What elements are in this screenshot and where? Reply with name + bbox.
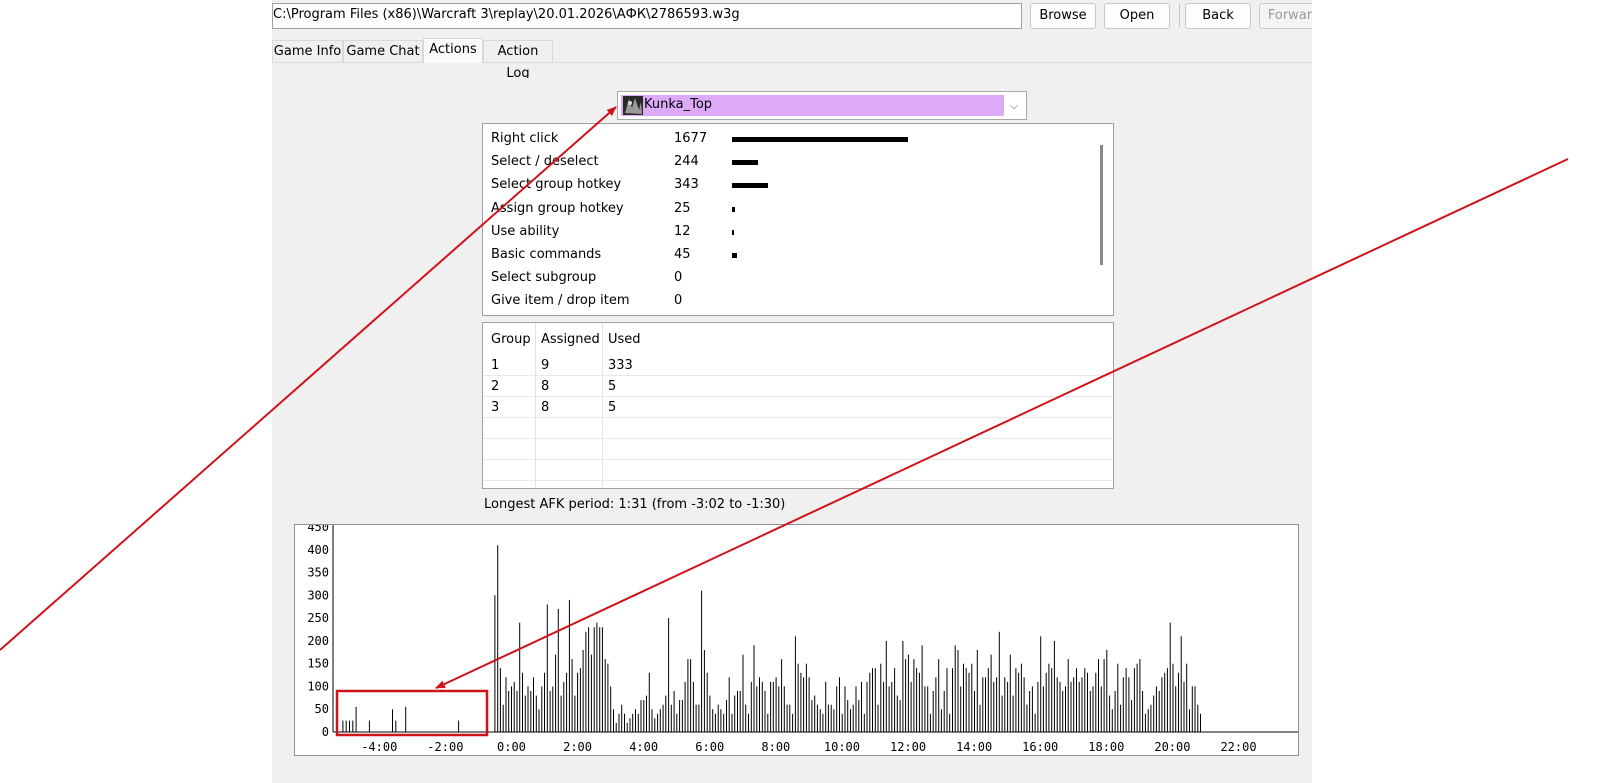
action-bar [732, 253, 737, 258]
list-item: Select subgroup 0 [491, 267, 1091, 289]
row-divider [483, 417, 1113, 418]
list-item: Select group hotkey 343 [491, 174, 1091, 196]
action-label: Right click [491, 131, 559, 146]
list-item: Give item / drop item 0 [491, 290, 1091, 312]
apm-chart: 0 50 100 150 200 250 300 350 400 450 -4:00 -2:00 0:0… [294, 520, 1299, 756]
action-label: Give item / drop item [491, 293, 630, 308]
longest-afk-text: Longest AFK period: 1:31 (from -3:02 to … [484, 497, 786, 512]
actions-tab-content: Kunka_Top ⌵ Right click 1677 Select / de… [272, 0, 1312, 783]
action-count: 12 [674, 224, 691, 239]
x-tick-label: 20:00 [1154, 740, 1190, 754]
action-count: 25 [674, 201, 691, 216]
x-tick-label: 10:00 [824, 740, 860, 754]
action-bar [732, 230, 734, 235]
action-label: Basic commands [491, 247, 602, 262]
group-number: 2 [491, 379, 500, 394]
action-label: Select group hotkey [491, 177, 622, 192]
action-label: Use ability [491, 224, 560, 239]
x-tick-label: -2:00 [427, 740, 463, 754]
action-counts-list: Right click 1677 Select / deselect 244 S… [482, 123, 1114, 316]
row-divider [483, 396, 1113, 397]
y-tick-label: 150 [307, 657, 329, 671]
x-tick-label: 2:00 [563, 740, 592, 754]
list-item: Use ability 12 [491, 221, 1091, 243]
row-divider [483, 438, 1113, 439]
x-tick-label: 22:00 [1220, 740, 1256, 754]
list-item: Assign group hotkey 25 [491, 198, 1091, 220]
player-select[interactable]: Kunka_Top ⌵ [617, 91, 1027, 120]
column-header-used[interactable]: Used [608, 332, 641, 347]
x-tick-label: 0:00 [497, 740, 526, 754]
group-used: 333 [608, 358, 633, 373]
list-item: Basic commands 45 [491, 244, 1091, 266]
action-bar [732, 207, 735, 212]
y-tick-label: 100 [307, 679, 329, 693]
action-count: 0 [674, 293, 683, 308]
action-bar [732, 137, 908, 142]
x-tick-label: 12:00 [890, 740, 926, 754]
action-count: 45 [674, 247, 691, 262]
y-tick-label: 350 [307, 566, 329, 580]
x-tick-label: 16:00 [1022, 740, 1058, 754]
group-used: 5 [608, 400, 617, 415]
action-count: 244 [674, 154, 699, 169]
y-tick-label: 400 [307, 543, 329, 557]
x-tick-label: 6:00 [695, 740, 724, 754]
group-assigned: 8 [541, 400, 550, 415]
list-item: Right click 1677 [491, 128, 1091, 150]
list-item: Select / deselect 244 [491, 151, 1091, 173]
group-number: 1 [491, 358, 500, 373]
action-count: 0 [674, 270, 683, 285]
apm-chart-svg: 0 50 100 150 200 250 300 350 400 450 -4:00 -2:00 0:0… [307, 520, 1298, 754]
action-count: 1677 [674, 131, 708, 146]
x-tick-label: 4:00 [629, 740, 658, 754]
chevron-down-icon[interactable]: ⌵ [1005, 95, 1023, 116]
y-tick-label: 250 [307, 611, 329, 625]
list-scrollbar[interactable] [1100, 145, 1103, 265]
group-used: 5 [608, 379, 617, 394]
action-bar [732, 183, 768, 188]
group-assigned: 8 [541, 379, 550, 394]
y-tick-label: 0 [322, 725, 329, 739]
y-tick-label: 200 [307, 634, 329, 648]
x-tick-label: 8:00 [761, 740, 790, 754]
action-count: 343 [674, 177, 699, 192]
action-label: Select / deselect [491, 154, 599, 169]
action-label: Assign group hotkey [491, 201, 624, 216]
player-avatar-icon [623, 96, 643, 115]
row-divider [483, 480, 1113, 481]
y-tick-label: 450 [307, 525, 329, 534]
column-header-assigned[interactable]: Assigned [541, 332, 600, 347]
action-label: Select subgroup [491, 270, 597, 285]
y-tick-label: 50 [315, 702, 329, 716]
x-tick-label: -4:00 [361, 740, 397, 754]
y-tick-label: 300 [307, 588, 329, 602]
x-tick-label: 14:00 [956, 740, 992, 754]
action-bar [732, 160, 758, 165]
row-divider [483, 375, 1113, 376]
x-tick-label: 18:00 [1088, 740, 1124, 754]
player-name: Kunka_Top [644, 97, 713, 112]
table-header: Group Assigned Used [483, 323, 1113, 355]
group-assigned: 9 [541, 358, 550, 373]
group-hotkeys-table: Group Assigned Used 1 9 333 2 8 5 3 8 5 [482, 322, 1114, 489]
group-number: 3 [491, 400, 500, 415]
tab-actions[interactable]: Actions [423, 38, 483, 63]
column-header-group[interactable]: Group [491, 332, 531, 347]
row-divider [483, 459, 1113, 460]
